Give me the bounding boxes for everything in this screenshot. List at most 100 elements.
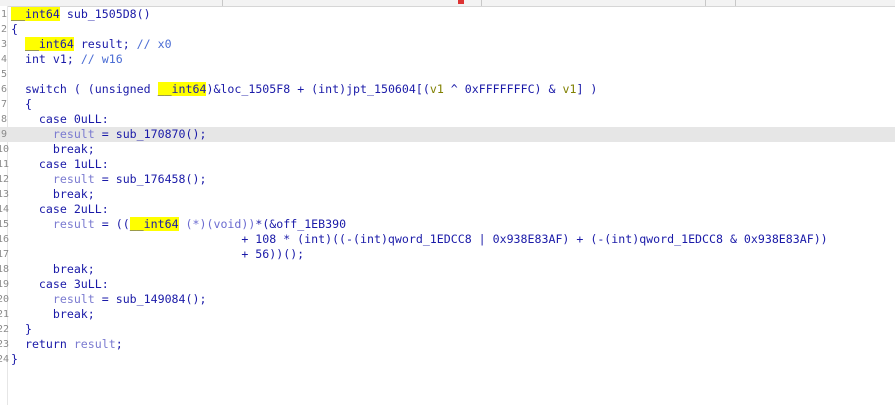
code-token[interactable] xyxy=(11,217,53,231)
tab-close-icon[interactable] xyxy=(458,0,464,4)
line-number: 22 xyxy=(0,324,10,335)
code-token[interactable]: + 108 * (int)((-(int)qword_1EDCC8 | 0x93… xyxy=(11,232,827,246)
code-token[interactable]: result xyxy=(53,127,95,141)
code-text: } xyxy=(11,322,32,337)
code-text: case 2uLL: xyxy=(11,202,109,217)
code-line[interactable]: 21 break; xyxy=(0,307,895,322)
code-token[interactable]: case 3uLL: xyxy=(11,277,109,291)
code-line[interactable]: 12 result = sub_176458(); xyxy=(0,172,895,187)
code-token[interactable]: case 2uLL: xyxy=(11,202,109,216)
code-line[interactable]: 18 break; xyxy=(0,262,895,277)
code-token[interactable] xyxy=(11,37,25,51)
code-line[interactable]: 5 xyxy=(0,67,895,82)
code-token[interactable]: sub_1505D8() xyxy=(60,7,151,21)
tab-separator xyxy=(705,0,706,6)
code-line[interactable]: 10 break; xyxy=(0,142,895,157)
code-token[interactable]: = (( xyxy=(95,217,130,231)
code-token[interactable]: = sub_176458(); xyxy=(95,172,207,186)
code-token[interactable]: result xyxy=(53,172,95,186)
tab-separator xyxy=(222,0,223,6)
code-token[interactable]: break; xyxy=(11,262,95,276)
code-line[interactable]: 20 result = sub_149084(); xyxy=(0,292,895,307)
code-token[interactable]: result xyxy=(53,217,95,231)
type-highlight[interactable]: __int64 xyxy=(24,37,74,51)
code-line[interactable]: 1 __int64 sub_1505D8() xyxy=(0,7,895,22)
line-number: 5 xyxy=(0,69,7,80)
code-text: case 3uLL: xyxy=(11,277,109,292)
line-number: 2 xyxy=(0,24,7,35)
code-token[interactable]: // x0 xyxy=(137,37,172,51)
code-text: break; xyxy=(11,307,95,322)
code-token[interactable]: + 56))(); xyxy=(11,247,304,261)
code-line[interactable]: 8 case 0uLL: xyxy=(0,112,895,127)
code-token[interactable]: = sub_149084(); xyxy=(95,292,207,306)
code-line[interactable]: 13 break; xyxy=(0,187,895,202)
code-line[interactable]: 16 + 108 * (int)((-(int)qword_1EDCC8 | 0… xyxy=(0,232,895,247)
code-token[interactable]: } xyxy=(11,352,18,366)
code-token[interactable]: switch ( (unsigned xyxy=(11,82,158,96)
line-number: 14 xyxy=(0,204,10,215)
code-line[interactable]: 23 return result; xyxy=(0,337,895,352)
code-token[interactable]: ; xyxy=(116,337,123,351)
code-token[interactable]: ^ 0xFFFFFFFC) & xyxy=(444,82,563,96)
line-number: 16 xyxy=(0,234,10,245)
code-token[interactable]: case 0uLL: xyxy=(11,112,109,126)
line-number: 18 xyxy=(0,264,10,275)
line-number: 3 xyxy=(0,39,7,50)
code-text: { xyxy=(11,97,32,112)
code-text: + 56))(); xyxy=(11,247,304,262)
code-text: case 0uLL: xyxy=(11,112,109,127)
type-highlight[interactable]: __int64 xyxy=(157,82,207,96)
pseudocode-view[interactable]: 1 __int64 sub_1505D8() 2{3 __int64 result;… xyxy=(0,7,895,367)
code-token[interactable] xyxy=(11,127,53,141)
code-line[interactable]: 6 switch ( (unsigned __int64)&loc_1505F8… xyxy=(0,82,895,97)
type-highlight[interactable]: __int64 xyxy=(129,217,179,231)
code-line[interactable]: 24} xyxy=(0,352,895,367)
line-number: 19 xyxy=(0,279,10,290)
code-line[interactable]: 19 case 3uLL: xyxy=(0,277,895,292)
line-number: 15 xyxy=(0,219,10,230)
line-number: 6 xyxy=(0,84,7,95)
code-token[interactable]: { xyxy=(11,22,18,36)
code-token[interactable]: result xyxy=(74,337,116,351)
code-line[interactable]: 2{ xyxy=(0,22,895,37)
code-token[interactable]: return xyxy=(11,337,74,351)
code-token[interactable]: // w16 xyxy=(81,52,123,66)
code-token[interactable]: } xyxy=(11,322,32,336)
code-line[interactable]: 17 + 56))(); xyxy=(0,247,895,262)
code-text: break; xyxy=(11,187,95,202)
code-token[interactable]: = sub_170870(); xyxy=(95,127,207,141)
code-line[interactable]: 11 case 1uLL: xyxy=(0,157,895,172)
code-token[interactable]: v1 xyxy=(562,82,576,96)
code-token[interactable]: *(&off_1EB390 xyxy=(255,217,346,231)
code-token[interactable]: v1 xyxy=(430,82,444,96)
code-token[interactable]: ] ) xyxy=(576,82,597,96)
code-line[interactable]: 4 int v1; // w16 xyxy=(0,52,895,67)
code-line[interactable]: 7 { xyxy=(0,97,895,112)
code-token[interactable]: int v1; xyxy=(11,52,81,66)
code-token[interactable]: result; xyxy=(74,37,137,51)
code-token[interactable] xyxy=(11,292,53,306)
code-token[interactable]: { xyxy=(11,97,32,111)
code-text: switch ( (unsigned __int64)&loc_1505F8 +… xyxy=(11,82,597,97)
code-line[interactable]: 22 } xyxy=(0,322,895,337)
line-number: 23 xyxy=(0,339,10,350)
code-token[interactable]: (*)(void)) xyxy=(179,217,256,231)
code-text: result = ((__int64 (*)(void))*(&off_1EB3… xyxy=(11,217,346,232)
code-token[interactable]: break; xyxy=(11,187,95,201)
line-number: 4 xyxy=(0,54,7,65)
code-line[interactable]: 15 result = ((__int64 (*)(void))*(&off_1… xyxy=(0,217,895,232)
tab-strip[interactable] xyxy=(0,0,895,7)
code-token[interactable] xyxy=(11,172,53,186)
code-token[interactable]: break; xyxy=(11,142,95,156)
line-number: 20 xyxy=(0,294,10,305)
line-number: 17 xyxy=(0,249,10,260)
code-line[interactable]: 9 result = sub_170870(); xyxy=(0,127,895,142)
code-token[interactable]: break; xyxy=(11,307,95,321)
code-token[interactable]: result xyxy=(53,292,95,306)
code-token[interactable]: case 1uLL: xyxy=(11,157,109,171)
code-line[interactable]: 14 case 2uLL: xyxy=(0,202,895,217)
code-token[interactable]: )&loc_1505F8 + (int)jpt_150604[( xyxy=(206,82,429,96)
code-line[interactable]: 3 __int64 result; // x0 xyxy=(0,37,895,52)
type-highlight[interactable]: __int64 xyxy=(11,7,60,21)
